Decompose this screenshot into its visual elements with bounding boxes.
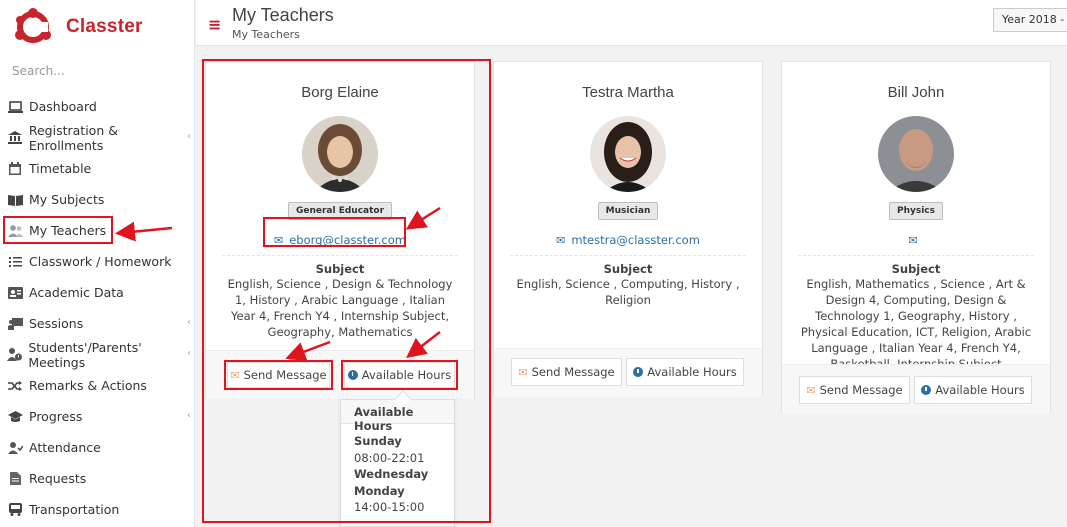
arrow-to-send-message: [285, 340, 331, 362]
arrow-to-my-teachers: [115, 221, 173, 242]
arrow-to-available-hours: [406, 331, 441, 359]
arrow-to-email: [405, 206, 441, 230]
annotation-arrows: [115, 206, 441, 362]
